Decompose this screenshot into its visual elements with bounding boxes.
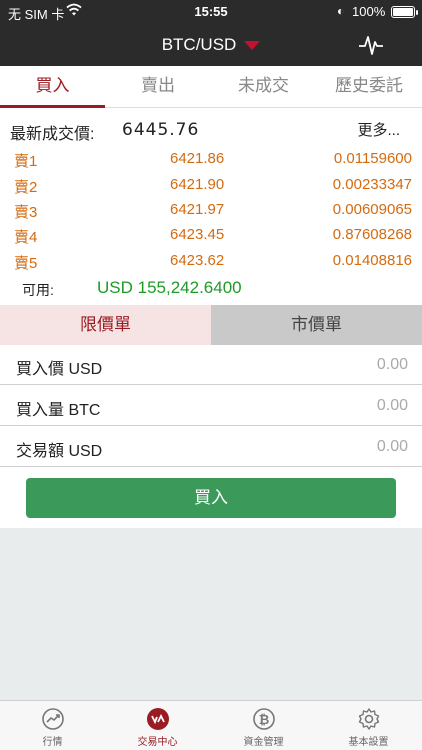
pair-label: BTC/USD	[161, 35, 237, 54]
amount-input[interactable]	[150, 393, 408, 419]
svg-text:₿: ₿	[258, 713, 269, 728]
caret-down-icon	[244, 41, 261, 51]
amount-label: 買入量 BTC	[16, 402, 101, 419]
ask-quantity: 0.00233347	[332, 176, 412, 193]
last-price-label: 最新成交價:	[10, 126, 95, 143]
tab-sell[interactable]: 賣出	[105, 66, 211, 108]
nav-market-label: 行情	[42, 737, 63, 748]
orientation-lock-icon: ◐	[337, 4, 345, 18]
ask-row[interactable]: 賣5 6423.62 0.01408816	[14, 252, 412, 276]
ask-level: 賣1	[14, 153, 38, 170]
nav-funds-label: 資金管理	[243, 737, 284, 748]
ask-row[interactable]: 賣4 6423.45 0.87608268	[14, 226, 412, 250]
ask-quantity: 0.87608268	[332, 226, 412, 243]
nav-settings[interactable]: 基本設置	[316, 705, 421, 750]
trade-center-icon	[146, 707, 170, 731]
price-field: 買入價 USD	[0, 345, 422, 385]
total-field: 交易額 USD	[0, 427, 422, 467]
ask-price: 6421.90	[170, 176, 225, 193]
tab-buy[interactable]: 買入	[0, 66, 105, 108]
nav-funds[interactable]: ₿ 資金管理	[211, 705, 316, 750]
last-price-value: 6445.76	[122, 120, 200, 140]
ask-level: 賣4	[14, 229, 38, 246]
order-type-switch: 限價單 市價單	[0, 305, 422, 345]
ask-row[interactable]: 賣2 6421.90 0.00233347	[14, 176, 412, 200]
nav-trade-center-label: 交易中心	[137, 737, 178, 748]
tab-order-history[interactable]: 歷史委託	[316, 66, 422, 108]
buy-button[interactable]: 買入	[26, 478, 396, 518]
total-label: 交易額 USD	[16, 443, 103, 460]
gear-icon	[357, 707, 381, 731]
ask-quantity: 0.00609065	[332, 201, 412, 218]
amount-field: 買入量 BTC	[0, 386, 422, 426]
available-balance: 可用: USD 155,242.6400	[22, 278, 242, 300]
tab-open-orders[interactable]: 未成交	[211, 66, 316, 108]
ask-row[interactable]: 賣3 6421.97 0.00609065	[14, 201, 412, 225]
trend-icon	[41, 707, 65, 731]
order-book: 最新成交價: 6445.76 更多... 賣1 6421.86 0.011596…	[0, 108, 422, 305]
ask-price: 6423.45	[170, 226, 225, 243]
ask-quantity: 0.01408816	[332, 252, 412, 269]
trade-tabs: 買入 賣出 未成交 歷史委託	[0, 66, 422, 108]
nav-trade-center[interactable]: 交易中心	[105, 705, 210, 750]
bottom-tab-bar: 行情 交易中心 ₿ 資金管理 基本設置	[0, 700, 422, 750]
nav-bar: BTC/USD	[0, 24, 422, 66]
ask-row[interactable]: 賣1 6421.86 0.01159600	[14, 150, 412, 174]
ask-quantity: 0.01159600	[333, 150, 412, 167]
battery-percent: 100%	[352, 4, 386, 19]
ask-price: 6421.97	[170, 201, 225, 218]
price-label: 買入價 USD	[16, 361, 103, 378]
total-input[interactable]	[150, 434, 408, 460]
pulse-chart-icon[interactable]	[358, 33, 384, 57]
market-order-tab[interactable]: 市價單	[211, 305, 422, 345]
bitcoin-icon: ₿	[252, 707, 276, 731]
available-label: 可用:	[22, 282, 54, 298]
ask-level: 賣3	[14, 204, 38, 221]
price-input[interactable]	[150, 352, 408, 378]
last-price-row: 最新成交價: 6445.76 更多...	[10, 118, 410, 143]
ask-price: 6423.62	[170, 252, 225, 269]
ask-price: 6421.86	[170, 150, 225, 167]
status-bar: 无 SIM 卡 15:55 ◐ 100%	[0, 0, 422, 24]
ask-level: 賣2	[14, 179, 38, 196]
battery-icon	[391, 6, 418, 18]
nav-market[interactable]: 行情	[0, 705, 105, 750]
nav-settings-label: 基本設置	[348, 737, 389, 748]
more-link[interactable]: 更多...	[357, 119, 400, 140]
available-value: USD 155,242.6400	[97, 278, 242, 297]
ask-level: 賣5	[14, 255, 38, 272]
limit-order-tab[interactable]: 限價單	[0, 305, 211, 345]
order-form: 買入價 USD 買入量 BTC 交易額 USD 買入	[0, 345, 422, 528]
